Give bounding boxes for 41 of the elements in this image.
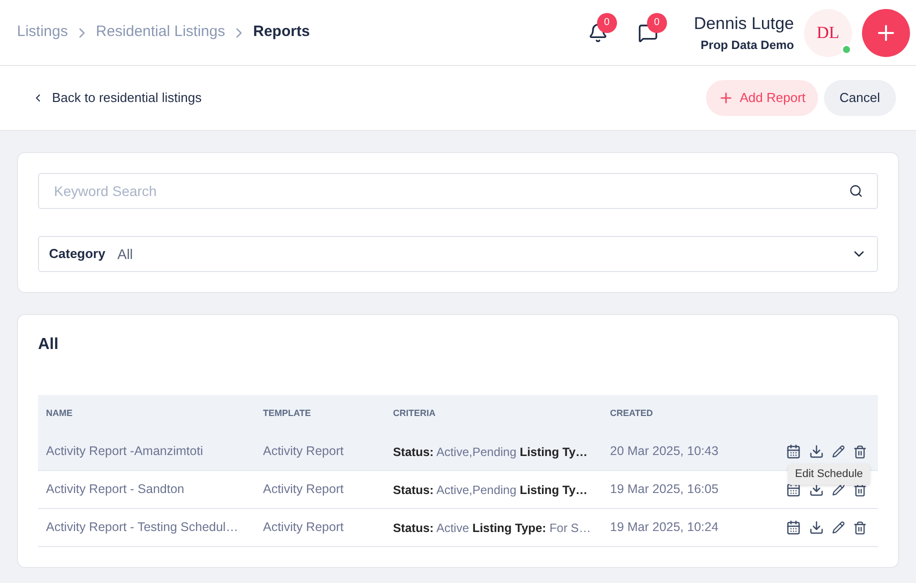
table-cell-text: Activity Report -Amanzimtoti bbox=[46, 443, 204, 460]
column-header: TEMPLATE bbox=[263, 407, 312, 420]
calendar-icon[interactable] bbox=[786, 482, 801, 497]
download-icon[interactable] bbox=[809, 482, 824, 497]
table-cell-text: 20 Mar 2025, 10:43 bbox=[610, 443, 720, 460]
edit-icon[interactable] bbox=[832, 521, 845, 534]
column-header: CRITERIA bbox=[393, 407, 436, 420]
category-value: All bbox=[117, 244, 134, 264]
column-header: CREATED bbox=[610, 407, 654, 420]
delete-icon[interactable] bbox=[853, 444, 867, 458]
search-field[interactable]: Keyword Search bbox=[38, 173, 878, 209]
search-icon bbox=[849, 184, 863, 198]
user-name: Dennis Lutge bbox=[694, 12, 794, 35]
plus-icon bbox=[718, 90, 734, 106]
delete-icon[interactable] bbox=[853, 520, 867, 534]
message-count: 0 bbox=[646, 12, 667, 32]
category-label: Category bbox=[49, 245, 106, 264]
edit-icon[interactable] bbox=[832, 445, 845, 458]
download-icon[interactable] bbox=[809, 444, 824, 459]
download-icon[interactable] bbox=[809, 520, 824, 535]
section-title: All bbox=[38, 335, 60, 355]
company-name: Prop Data Demo bbox=[700, 37, 794, 54]
calendar-icon[interactable] bbox=[786, 520, 801, 535]
table-cell-text: Status: Active,Pending Listing Ty… bbox=[393, 482, 589, 498]
back-link[interactable]: Back to residential listings bbox=[32, 88, 202, 108]
add-button[interactable] bbox=[862, 8, 910, 56]
cancel-button[interactable]: Cancel bbox=[824, 80, 896, 116]
table-cell-text: Activity Report - Testing Schedul… bbox=[46, 519, 240, 536]
user-avatar[interactable]: DL bbox=[804, 8, 852, 56]
table-cell-text: 19 Mar 2025, 10:24 bbox=[610, 519, 720, 536]
notification-count: 0 bbox=[596, 12, 617, 32]
table-cell-text: Activity Report bbox=[263, 519, 345, 536]
tooltip: Edit Schedule bbox=[788, 464, 870, 484]
table-cell-text: Activity Report bbox=[263, 443, 345, 460]
category-dropdown[interactable]: Category All bbox=[38, 236, 878, 272]
delete-icon[interactable] bbox=[853, 482, 867, 496]
column-header: NAME bbox=[46, 407, 74, 420]
table-cell-text: Status: Active,Pending Listing Ty… bbox=[393, 444, 589, 460]
table-cell-text: Status: Active Listing Type: For S… bbox=[393, 520, 592, 536]
edit-icon[interactable] bbox=[832, 483, 845, 496]
calendar-icon[interactable] bbox=[786, 444, 801, 459]
